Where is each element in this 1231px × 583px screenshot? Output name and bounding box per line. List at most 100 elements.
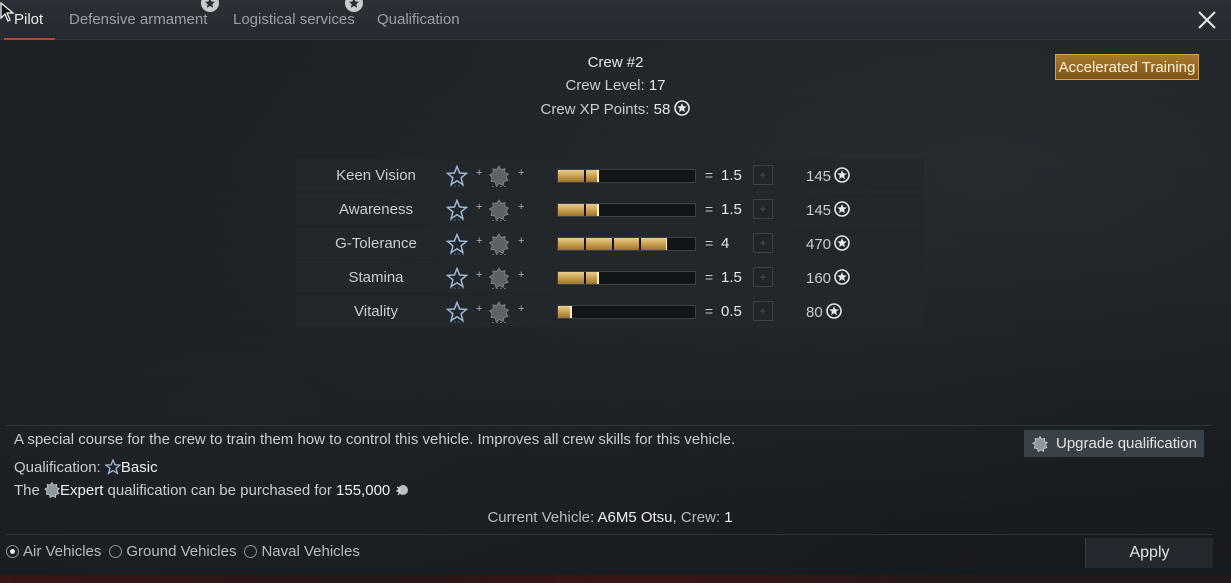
- plus-sign: +: [518, 201, 525, 213]
- vehicle-type-selector: Air Vehicles Ground Vehicles Naval Vehic…: [6, 543, 360, 560]
- accelerated-training-button[interactable]: Accelerated Training: [1055, 54, 1199, 80]
- skill-cost: 145: [806, 201, 850, 219]
- skill-cost: 160: [806, 269, 850, 287]
- crew-label: , Crew:: [672, 509, 725, 526]
- skill-row: Vitality + + = 0.5 + 80: [296, 295, 924, 327]
- crew-xp-icon: [823, 303, 842, 321]
- skill-cost-value: 80: [806, 304, 823, 321]
- radio-dot: [109, 545, 123, 558]
- plus-sign: +: [476, 235, 483, 247]
- skill-progress-fill: [558, 272, 600, 284]
- expert-qualification-icon: [1032, 435, 1048, 452]
- skill-progress-bar[interactable]: [557, 305, 696, 319]
- skill-increase-button[interactable]: +: [753, 301, 773, 321]
- equals-sign: =: [705, 269, 714, 285]
- skill-row: Awareness + + = 1.5 + 145: [296, 193, 924, 225]
- radio-air-vehicles[interactable]: Air Vehicles: [6, 543, 101, 560]
- crew-level-label: Crew Level:: [565, 77, 649, 94]
- plus-sign: +: [476, 303, 483, 315]
- skill-progress-bar[interactable]: [557, 271, 696, 285]
- radio-dot: [6, 545, 19, 558]
- skill-name: Stamina: [348, 269, 404, 286]
- skill-name: Keen Vision: [336, 167, 416, 184]
- current-vehicle-value: A6M5 Otsu: [597, 509, 673, 526]
- radio-label: Air Vehicles: [23, 543, 102, 560]
- skill-row: Keen Vision + + = 1.5 + 145: [296, 159, 924, 191]
- upgrade-qualification-label: Upgrade qualification: [1056, 435, 1197, 452]
- expert-qualification-icon: [488, 199, 510, 221]
- skill-value: 1.5: [721, 269, 742, 286]
- plus-sign: +: [476, 269, 483, 281]
- expert-prefix: The: [14, 482, 45, 499]
- skill-cost: 80: [806, 303, 842, 321]
- plus-sign: +: [476, 167, 483, 179]
- expert-middle: qualification can be purchased for: [103, 482, 337, 499]
- skill-cost-value: 145: [806, 168, 832, 185]
- radio-label: Naval Vehicles: [261, 543, 360, 560]
- crew-xp-icon: [831, 167, 850, 185]
- expert-qualification-icon: [44, 482, 60, 498]
- plus-sign: +: [518, 303, 525, 315]
- silver-lions-icon: [396, 485, 409, 496]
- current-vehicle: Current Vehicle: A6M5 Otsu, Crew: 1: [0, 509, 1220, 526]
- skill-progress-bar[interactable]: [557, 237, 696, 251]
- skill-progress-fill: [558, 306, 572, 318]
- tab-pilot[interactable]: Pilot: [3, 0, 56, 40]
- crew-xp-label: Crew XP Points:: [540, 101, 654, 118]
- skill-increase-button[interactable]: +: [753, 199, 773, 219]
- radio-dot: [244, 545, 258, 558]
- radio-label: Ground Vehicles: [126, 543, 237, 560]
- expert-qualification-icon: [488, 267, 510, 289]
- skill-row: G-Tolerance + + = 4 + 470: [296, 227, 924, 259]
- tab-label: Logistical services: [233, 11, 355, 28]
- skill-progress-bar[interactable]: [557, 169, 696, 183]
- upgrade-qualification-button[interactable]: Upgrade qualification: [1024, 430, 1204, 457]
- radio-ground-vehicles[interactable]: Ground Vehicles: [109, 543, 236, 560]
- skill-cost-value: 470: [806, 236, 832, 253]
- expert-qualification-offer: The Expert qualification can be purchase…: [14, 482, 410, 499]
- qualification-description: A special course for the crew to train t…: [14, 431, 736, 448]
- expert-qualification-icon: [488, 233, 510, 255]
- skill-row: Stamina + + = 1.5 + 160: [296, 261, 924, 293]
- skill-increase-button[interactable]: +: [753, 267, 773, 287]
- skill-progress-bar[interactable]: [557, 203, 696, 217]
- radio-naval-vehicles[interactable]: Naval Vehicles: [244, 543, 360, 560]
- skill-value: 0.5: [721, 303, 742, 320]
- skill-name: Awareness: [339, 201, 413, 218]
- qualification-label: Qualification:: [14, 459, 105, 476]
- tab-qualification[interactable]: Qualification: [377, 0, 460, 40]
- plus-sign: +: [476, 201, 483, 213]
- equals-sign: =: [705, 235, 714, 251]
- basic-qualification-icon: [445, 198, 469, 221]
- skill-increase-button[interactable]: +: [753, 165, 773, 185]
- skill-progress-segments: [558, 306, 695, 318]
- qualification-current: Qualification: Basic: [14, 459, 158, 476]
- expert-qualification-icon: [488, 301, 510, 323]
- equals-sign: =: [705, 201, 714, 217]
- skill-name: Vitality: [354, 303, 398, 320]
- basic-qualification-icon: [445, 266, 469, 289]
- expert-qualification-icon: [488, 165, 510, 187]
- skill-value: 1.5: [721, 201, 742, 218]
- apply-button[interactable]: Apply: [1085, 538, 1213, 568]
- skill-value: 4: [721, 235, 730, 252]
- basic-qualification-icon: [104, 459, 121, 475]
- crew-xp-icon: [831, 235, 850, 253]
- equals-sign: =: [705, 167, 714, 183]
- skill-cost-value: 160: [806, 270, 832, 287]
- close-icon[interactable]: [1197, 10, 1217, 30]
- qualification-value: Basic: [120, 459, 158, 476]
- tab-label: Defensive armament: [69, 11, 208, 28]
- skill-progress-fill: [558, 204, 600, 216]
- expert-price: 155,000: [336, 482, 391, 499]
- plus-sign: +: [518, 167, 525, 179]
- plus-sign: +: [518, 269, 525, 281]
- crew-xp-icon: [831, 269, 850, 287]
- skill-increase-button[interactable]: +: [753, 233, 773, 253]
- divider: [6, 425, 1212, 426]
- tab-logistical-services[interactable]: Logistical services: [233, 0, 365, 40]
- tab-defensive-armament[interactable]: Defensive armament: [69, 0, 221, 40]
- crew-xp-icon: [831, 201, 850, 219]
- crew-level: Crew Level: 17: [0, 77, 1231, 94]
- crew-value: 1: [724, 509, 733, 526]
